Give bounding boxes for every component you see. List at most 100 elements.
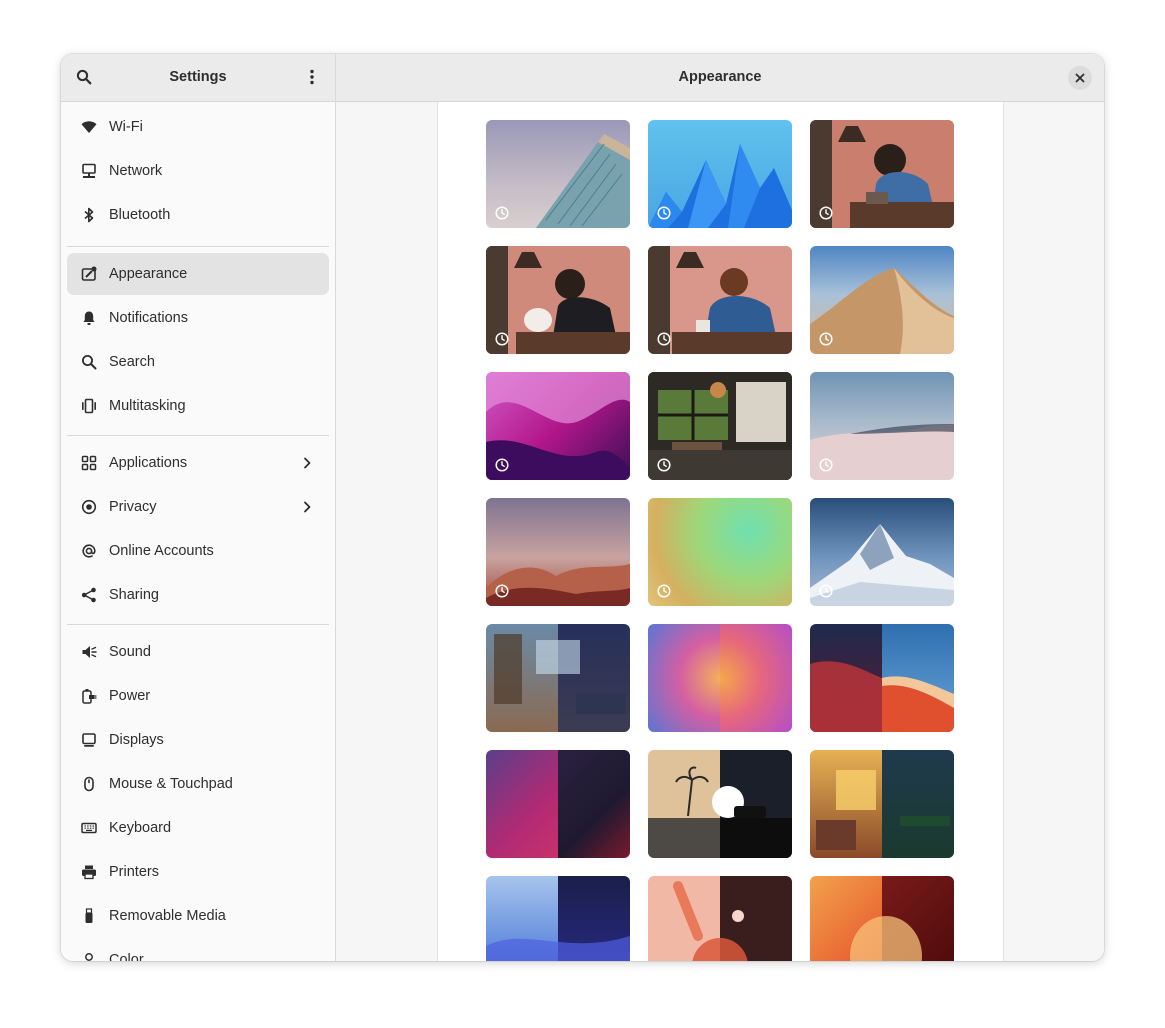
sidebar-item-sound[interactable]: Sound (67, 631, 329, 673)
network-icon (79, 161, 99, 181)
power-plug-icon (79, 686, 99, 706)
content-area (336, 102, 1104, 961)
at-icon (79, 541, 99, 561)
wallpaper-thumbnail[interactable] (810, 120, 954, 228)
clock-icon (819, 584, 833, 598)
bluetooth-icon (79, 205, 99, 225)
wallpaper-thumbnail[interactable] (810, 372, 954, 480)
wallpaper-thumbnail[interactable] (648, 876, 792, 961)
sidebar-item-label: Notifications (109, 310, 188, 326)
sidebar-item-multitasking[interactable]: Multitasking (67, 385, 329, 427)
sidebar-item-mouse-touchpad[interactable]: Mouse & Touchpad (67, 763, 329, 805)
sidebar-item-keyboard[interactable]: Keyboard (67, 807, 329, 849)
chevron-right-icon (297, 453, 317, 473)
multitasking-icon (79, 396, 99, 416)
clock-icon (495, 206, 509, 220)
usb-icon (79, 906, 99, 926)
sidebar-item-label: Sound (109, 644, 151, 660)
sidebar-item-privacy[interactable]: Privacy (67, 486, 329, 528)
sidebar-item-label: Power (109, 688, 151, 704)
search-button[interactable] (70, 63, 98, 91)
chevron-right-icon (297, 497, 317, 517)
sidebar-item-power[interactable]: Power (67, 675, 329, 717)
sidebar-item-color[interactable]: Color (67, 939, 329, 961)
sidebar-headerbar: Settings (61, 54, 335, 102)
main-headerbar: Appearance (336, 54, 1104, 102)
wallpaper-thumbnail[interactable] (486, 624, 630, 732)
sidebar: Wi-Fi Network Bluetooth Appearance Notif… (61, 102, 335, 961)
sidebar-item-label: Online Accounts (109, 543, 214, 559)
wallpaper-thumbnail[interactable] (810, 750, 954, 858)
sidebar-title: Settings (169, 69, 227, 85)
clock-icon (657, 332, 671, 346)
sidebar-item-label: Sharing (109, 587, 159, 603)
sidebar-item-label: Wi-Fi (109, 119, 143, 135)
wallpaper-thumbnail[interactable] (810, 624, 954, 732)
display-icon (79, 730, 99, 750)
sidebar-item-label: Displays (109, 732, 164, 748)
sidebar-item-wifi[interactable]: Wi-Fi (67, 106, 329, 148)
clock-icon (495, 458, 509, 472)
sidebar-item-label: Color (109, 952, 144, 961)
sidebar-item-label: Mouse & Touchpad (109, 776, 233, 792)
bell-icon (79, 308, 99, 328)
sidebar-item-appearance[interactable]: Appearance (67, 253, 329, 295)
wallpaper-thumbnail[interactable] (648, 750, 792, 858)
mouse-icon (79, 774, 99, 794)
wallpaper-thumbnail[interactable] (648, 624, 792, 732)
sidebar-item-label: Keyboard (109, 820, 172, 836)
sidebar-item-printers[interactable]: Printers (67, 851, 329, 893)
sidebar-item-removable-media[interactable]: Removable Media (67, 895, 329, 937)
sidebar-item-label: Appearance (109, 266, 188, 282)
wallpaper-thumbnail[interactable] (486, 750, 630, 858)
kebab-menu-icon (310, 69, 314, 85)
sidebar-item-label: Applications (109, 455, 188, 471)
sidebar-item-displays[interactable]: Displays (67, 719, 329, 761)
wallpaper-pane (437, 102, 1004, 961)
settings-window: Settings Appearance Wi-Fi Network Blueto… (61, 54, 1104, 961)
clock-icon (819, 332, 833, 346)
clock-icon (495, 332, 509, 346)
sidebar-item-applications[interactable]: Applications (67, 442, 329, 484)
clock-icon (819, 206, 833, 220)
wallpaper-thumbnail[interactable] (486, 372, 630, 480)
sidebar-item-label: Privacy (109, 499, 157, 515)
wallpaper-thumbnail[interactable] (486, 498, 630, 606)
wallpaper-thumbnail[interactable] (810, 498, 954, 606)
sidebar-item-notifications[interactable]: Notifications (67, 297, 329, 339)
sidebar-item-label: Search (109, 354, 155, 370)
wallpaper-thumbnail[interactable] (486, 120, 630, 228)
sidebar-item-label: Printers (109, 864, 159, 880)
speaker-icon (79, 642, 99, 662)
sidebar-item-label: Multitasking (109, 398, 186, 414)
sidebar-item-network[interactable]: Network (67, 150, 329, 192)
clock-icon (657, 206, 671, 220)
clock-icon (819, 458, 833, 472)
wallpaper-thumbnail[interactable] (648, 120, 792, 228)
search-icon (79, 352, 99, 372)
sidebar-separator (67, 435, 329, 436)
clock-icon (495, 584, 509, 598)
sidebar-item-label: Removable Media (109, 908, 226, 924)
sidebar-item-search[interactable]: Search (67, 341, 329, 383)
close-button[interactable] (1068, 66, 1092, 90)
sidebar-separator (67, 246, 329, 247)
page-title: Appearance (678, 69, 762, 85)
wallpaper-thumbnail[interactable] (648, 498, 792, 606)
main-menu-button[interactable] (298, 63, 326, 91)
wallpaper-thumbnail[interactable] (648, 246, 792, 354)
wallpaper-thumbnail[interactable] (810, 876, 954, 961)
close-icon (1075, 73, 1085, 83)
wallpaper-thumbnail[interactable] (486, 246, 630, 354)
sidebar-item-label: Network (109, 163, 163, 179)
sidebar-item-bluetooth[interactable]: Bluetooth (67, 194, 329, 236)
wallpaper-thumbnail[interactable] (648, 372, 792, 480)
wifi-icon (79, 117, 99, 137)
sidebar-item-online-accounts[interactable]: Online Accounts (67, 530, 329, 572)
wallpaper-thumbnail[interactable] (810, 246, 954, 354)
share-icon (79, 585, 99, 605)
privacy-icon (79, 497, 99, 517)
wallpaper-thumbnail[interactable] (486, 876, 630, 961)
sidebar-item-sharing[interactable]: Sharing (67, 574, 329, 616)
clock-icon (657, 584, 671, 598)
